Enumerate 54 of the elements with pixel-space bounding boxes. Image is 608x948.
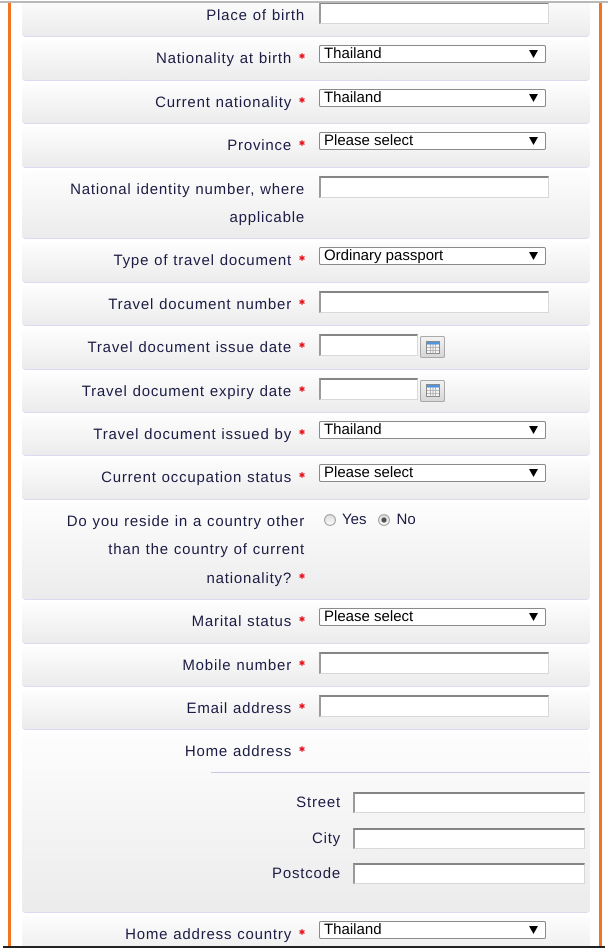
input-field[interactable] bbox=[319, 694, 549, 717]
caret-down-icon bbox=[529, 50, 538, 58]
calendar-button[interactable] bbox=[420, 336, 445, 358]
input-field[interactable] bbox=[353, 792, 585, 814]
field-label: Street bbox=[296, 793, 341, 814]
radio-button[interactable] bbox=[324, 514, 336, 526]
dropdown[interactable]: Please select bbox=[319, 464, 546, 482]
field-label: Travel document issued by bbox=[93, 426, 292, 444]
input-field[interactable] bbox=[319, 3, 549, 24]
field-label: Type of travel document bbox=[114, 252, 292, 270]
caret-down-icon bbox=[529, 613, 538, 622]
date-input-field[interactable] bbox=[319, 378, 418, 400]
field-label: Email address bbox=[186, 700, 292, 717]
field-label: City bbox=[312, 828, 341, 849]
caret-down-icon bbox=[529, 426, 538, 434]
input-field[interactable] bbox=[353, 863, 585, 884]
field-label: Travel document expiry date bbox=[82, 382, 292, 400]
radio-label[interactable]: Yes bbox=[342, 511, 366, 528]
radio-label[interactable]: No bbox=[396, 511, 416, 528]
caret-down-icon bbox=[529, 469, 538, 478]
field-label: Travel document issue date bbox=[87, 339, 292, 356]
caret-down-icon bbox=[529, 137, 538, 146]
field-label: Province bbox=[227, 137, 292, 154]
field-label: Current nationality bbox=[155, 94, 292, 111]
field-label: Nationality at birth bbox=[156, 50, 292, 68]
field-label: Home address bbox=[184, 743, 292, 760]
field-label: Mobile number bbox=[182, 656, 292, 674]
calendar-icon bbox=[426, 340, 440, 354]
dropdown[interactable]: Thailand bbox=[319, 421, 546, 440]
date-input-field[interactable] bbox=[319, 334, 418, 356]
input-field[interactable] bbox=[319, 176, 549, 198]
caret-down-icon bbox=[529, 94, 538, 102]
calendar-icon bbox=[426, 384, 440, 398]
dropdown[interactable]: Thailand bbox=[319, 88, 546, 107]
caret-down-icon bbox=[529, 926, 538, 934]
input-field[interactable] bbox=[319, 652, 549, 674]
dropdown[interactable]: Please select bbox=[319, 608, 546, 626]
field-label: Place of birth bbox=[206, 7, 305, 24]
caret-down-icon bbox=[529, 252, 538, 260]
dropdown[interactable]: Please select bbox=[319, 132, 546, 150]
dropdown[interactable]: Thailand bbox=[319, 45, 546, 64]
field-label: Postcode bbox=[272, 864, 341, 884]
field-label: Current occupation status bbox=[101, 469, 292, 486]
field-label: National identity number, where applicable bbox=[70, 180, 305, 226]
dropdown[interactable]: Thailand bbox=[319, 921, 546, 940]
field-label: Do you reside in a country other than the country of current nationality? bbox=[66, 512, 305, 587]
field-label: Home address country bbox=[125, 926, 292, 944]
radio-button[interactable] bbox=[378, 514, 390, 526]
field-label: Travel document number bbox=[108, 296, 292, 313]
calendar-button[interactable] bbox=[420, 380, 445, 402]
input-field[interactable] bbox=[319, 290, 549, 313]
field-label: Marital status bbox=[192, 613, 292, 630]
input-field[interactable] bbox=[353, 828, 585, 849]
dropdown[interactable]: Ordinary passport bbox=[319, 247, 546, 266]
